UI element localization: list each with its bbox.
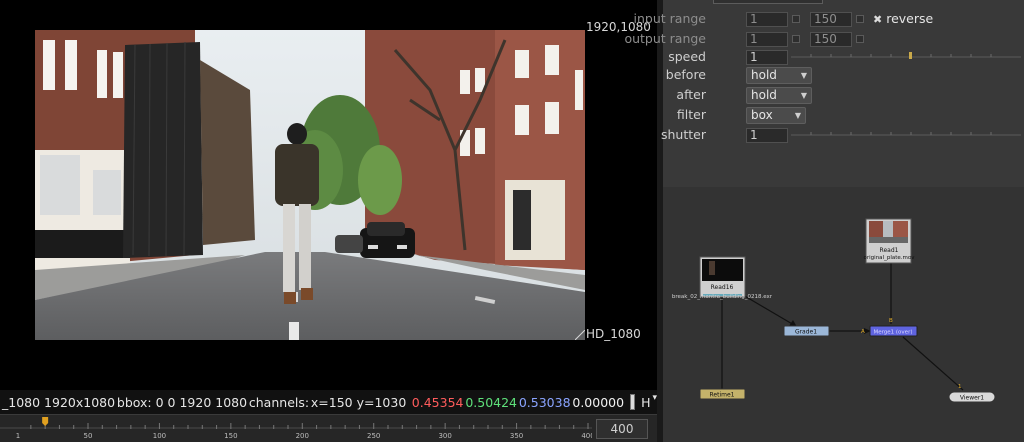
timeline-tick-label: 400 [581, 432, 592, 440]
info-green-value: 0.50424 [465, 394, 518, 410]
after-value: hold [751, 88, 777, 102]
timeline-tick-label: 300 [438, 432, 451, 440]
color-swatch [630, 394, 636, 410]
node-grade1[interactable]: Grade1 [783, 325, 830, 337]
viewer-frame-image [35, 30, 585, 340]
before-dropdown[interactable]: hold ▼ [746, 67, 812, 84]
output-range-from[interactable]: 1 [746, 32, 788, 47]
row-after: after hold ▼ [663, 86, 1024, 104]
timeline-tick-label: 100 [153, 432, 166, 440]
speed-input[interactable]: 1 [746, 50, 788, 65]
viewer-panel[interactable]: 1920,1080 HD_1080 [0, 0, 657, 390]
row-filter: filter box ▼ [663, 106, 1024, 124]
info-format: _1080 1920x1080 [2, 394, 116, 410]
row-shutter: shutter 1 [661, 126, 1024, 144]
format-name-label: HD_1080 [586, 327, 641, 341]
label-speed: speed [668, 49, 706, 64]
node-read1[interactable]: Read1 original_plate.mov [864, 218, 916, 264]
output-range-from-anim-icon[interactable] [792, 35, 800, 43]
timeline-bar[interactable]: 150100150200250300350400 400 [0, 414, 657, 442]
before-value: hold [751, 68, 777, 82]
timeline-ruler[interactable]: 150100150200250300350400 [0, 415, 592, 442]
node-merge[interactable]: Merge1 (over) [869, 325, 918, 337]
info-alpha-value: 0.00000 [572, 394, 625, 410]
node-merge-label: Merge1 (over) [874, 330, 913, 336]
playhead-marker-icon[interactable] [42, 417, 49, 426]
output-range-to-anim-icon[interactable] [856, 35, 864, 43]
input-range-from-anim-icon[interactable] [792, 15, 800, 23]
label-output-range: output range [624, 31, 706, 46]
row-speed: speed 1 [663, 48, 1024, 66]
node-graph-canvas[interactable]: Read1 original_plate.mov Read16 break_02… [663, 187, 1024, 442]
row-before: before hold ▼ [663, 66, 1024, 84]
node-retime1-label: Retime1 [710, 392, 735, 399]
filter-value: box [751, 108, 773, 122]
shutter-slider[interactable] [791, 126, 1021, 144]
label-input-range: input range [633, 11, 706, 26]
node-retime1[interactable]: Retime1 [699, 388, 746, 400]
viewer-input-1: 1 [958, 384, 962, 390]
merge-input-a: A [861, 329, 865, 335]
filter-dropdown[interactable]: box ▼ [746, 107, 806, 124]
merge-input-b: B [889, 318, 893, 324]
node-read1-file: original_plate.mov [864, 255, 916, 261]
timeline-tick-label: 200 [296, 432, 309, 440]
pipe-merge-to-viewer [902, 336, 964, 391]
chevron-down-icon: ▼ [794, 111, 801, 120]
reverse-checkbox[interactable]: ✖ reverse [873, 11, 933, 26]
node-viewer1-label: Viewer1 [960, 395, 984, 402]
properties-panel: input range 1 150 ✖ reverse output range … [624, 0, 1024, 187]
node-read16-title: Read16 [711, 284, 734, 291]
node-grade1-label: Grade1 [795, 329, 817, 336]
node-tab-header [713, 0, 823, 4]
checkmark-x-icon: ✖ [873, 13, 883, 26]
end-frame-field[interactable]: 400 [596, 419, 648, 439]
node-read1-title: Read1 [880, 247, 899, 254]
node-read16[interactable]: Read16 [699, 256, 746, 298]
speed-slider[interactable] [791, 48, 1021, 66]
info-cursor-xy: x=150 y=1030 [310, 394, 407, 410]
reverse-label: reverse [886, 11, 934, 26]
label-before: before [665, 67, 706, 82]
timeline-tick-label: 350 [510, 432, 523, 440]
format-corner-icon [575, 330, 585, 340]
output-range-to[interactable]: 150 [810, 32, 852, 47]
timeline-tick-label: 1 [16, 432, 20, 440]
chevron-down-icon: ▼ [800, 91, 807, 100]
row-output-range: output range 1 150 [624, 30, 1024, 48]
label-after: after [676, 87, 706, 102]
label-filter: filter [676, 107, 706, 122]
label-shutter: shutter [661, 127, 706, 142]
street-scene-image [35, 30, 585, 340]
node-read16-file: break_02_mantra_building_0218.exr [672, 294, 773, 300]
node-graph-panel[interactable]: Read1 original_plate.mov Read16 break_02… [663, 187, 1024, 442]
timeline-tick-label: 50 [84, 432, 93, 440]
info-bbox: bbox: 0 0 1920 1080 [116, 394, 248, 410]
input-range-to-anim-icon[interactable] [856, 15, 864, 23]
input-range-to[interactable]: 150 [810, 12, 852, 27]
shutter-input[interactable]: 1 [746, 128, 788, 143]
viewer-info-bar: _1080 1920x1080 bbox: 0 0 1920 1080 chan… [0, 390, 657, 414]
channel-selector[interactable]: H [641, 395, 650, 410]
info-blue-value: 0.53038 [518, 394, 571, 410]
chevron-down-icon: ▼ [800, 71, 807, 80]
input-range-from[interactable]: 1 [746, 12, 788, 27]
row-input-range: input range 1 150 ✖ reverse [634, 10, 1024, 28]
info-channels: channels: [248, 394, 310, 410]
after-dropdown[interactable]: hold ▼ [746, 87, 812, 104]
info-red-value: 0.45354 [411, 394, 464, 410]
node-viewer1[interactable]: Viewer1 [948, 391, 996, 403]
timeline-tick-label: 250 [367, 432, 380, 440]
timeline-tick-label: 150 [224, 432, 237, 440]
